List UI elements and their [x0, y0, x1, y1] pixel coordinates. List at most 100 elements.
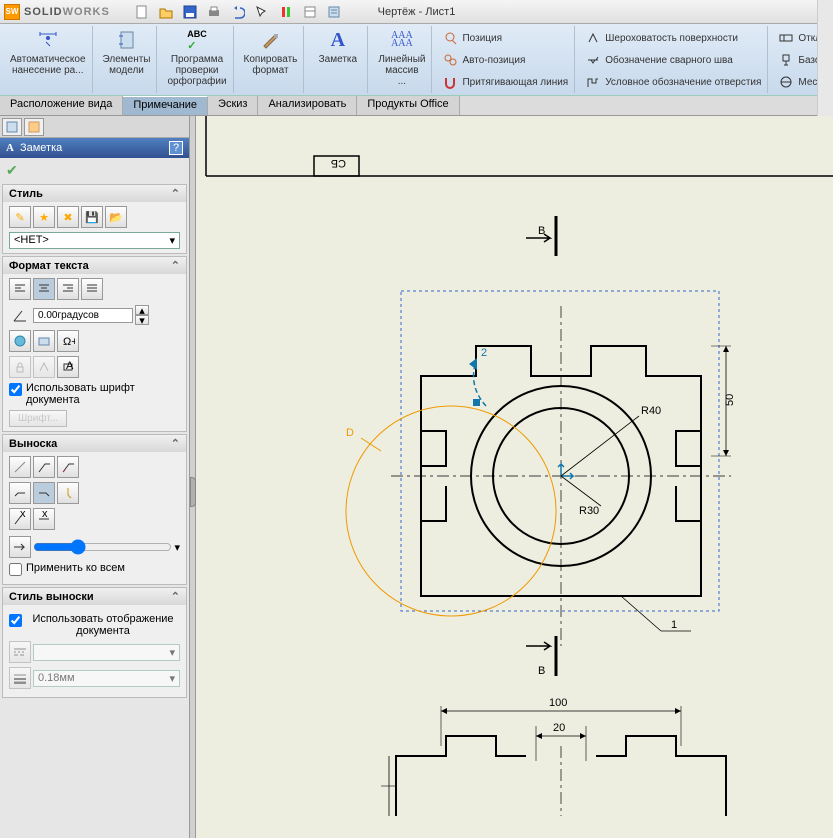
style-save-button[interactable]: 💾 [81, 206, 103, 228]
leader-header[interactable]: Выноска⌃ [3, 435, 186, 452]
leader-no-underline-button[interactable]: x [33, 508, 55, 530]
chevron-down-icon[interactable]: ▾ [174, 541, 180, 554]
smart-dimension-button[interactable]: Автоматическое нанесение ра... [4, 26, 93, 93]
style-select[interactable]: <НЕТ>▾ [9, 232, 180, 249]
style-header[interactable]: Стиль⌃ [3, 185, 186, 202]
hole-icon [585, 74, 601, 90]
svg-text:20: 20 [553, 722, 565, 734]
tab-office[interactable]: Продукты Office [357, 96, 459, 115]
svg-text:2: 2 [481, 347, 487, 359]
property-manager-header: A Заметка ? [0, 138, 189, 158]
feature-tree-tab[interactable] [2, 118, 22, 136]
leader-underline-button[interactable]: x [9, 508, 31, 530]
model-items-icon [115, 28, 139, 52]
use-doc-font-checkbox[interactable] [9, 383, 22, 396]
ok-icon[interactable]: ✔ [6, 162, 18, 179]
link-to-property-button[interactable] [33, 330, 55, 352]
auto-balloon-button[interactable]: Авто-позиция [442, 50, 568, 70]
geometric-tolerance-button[interactable]: Откл [778, 28, 822, 48]
print-icon[interactable] [206, 4, 222, 20]
format-painter-button[interactable]: Копировать формат [238, 26, 305, 93]
app-name: SOLIDWORKS [24, 6, 110, 18]
leader-left-button[interactable] [9, 482, 31, 504]
text-format-section: Формат текста⌃ ▴▾ [2, 256, 187, 432]
leader-right-button[interactable] [33, 482, 55, 504]
align-left-button[interactable] [9, 278, 31, 300]
note-button[interactable]: A Заметка [308, 26, 368, 93]
spin-down-button[interactable]: ▾ [135, 315, 149, 325]
lock-button[interactable] [9, 356, 31, 378]
tab-evaluate[interactable]: Анализировать [258, 96, 357, 115]
datum-target-button[interactable]: Мест [778, 72, 822, 92]
use-doc-display-checkbox[interactable] [9, 614, 22, 627]
app-logo: SW [4, 4, 20, 20]
symbol-group: Шероховатость поверхности Обозначение св… [579, 26, 768, 93]
save-icon[interactable] [182, 4, 198, 20]
drawing-content: СБ В [196, 116, 833, 836]
insert-gtol-button[interactable] [33, 356, 55, 378]
leader-bent-button[interactable] [57, 456, 79, 478]
weld-symbol-button[interactable]: Обозначение сварного шва [585, 50, 761, 70]
title-bar: SW SOLIDWORKS Чертёж - Лист1 [0, 0, 833, 24]
text-format-header[interactable]: Формат текста⌃ [3, 257, 186, 274]
svg-text:x: x [42, 511, 48, 520]
tab-sketch[interactable]: Эскиз [208, 96, 258, 115]
leader-straight-button[interactable] [33, 456, 55, 478]
pattern-icon: AAAAAA [390, 28, 414, 52]
svg-text:В: В [538, 225, 545, 237]
style-load-button[interactable]: 📂 [105, 206, 127, 228]
svg-text:Ω+: Ω+ [63, 336, 75, 348]
leader-section: Выноска⌃ x x [2, 434, 187, 585]
hole-callout-button[interactable]: Условное обозначение отверстия [585, 72, 761, 92]
command-tab-strip: Расположение вида Примечание Эскиз Анали… [0, 96, 833, 116]
help-icon[interactable]: ? [169, 141, 183, 155]
apply-all-label: Применить ко всем [26, 562, 125, 574]
surface-finish-icon [585, 30, 601, 46]
align-justify-button[interactable] [81, 278, 103, 300]
document-title: Чертёж - Лист1 [228, 6, 605, 18]
arrow-style-button[interactable] [9, 536, 31, 558]
leader-slider[interactable] [33, 539, 172, 555]
pm-confirm-bar: ✔ [0, 158, 189, 182]
angle-input[interactable] [33, 308, 133, 323]
svg-text:R30: R30 [579, 505, 599, 517]
font-button[interactable]: Шрифт... [9, 410, 67, 427]
linear-pattern-button[interactable]: AAAAAA Линейный массив ... [372, 26, 432, 93]
style-add-button[interactable]: ★ [33, 206, 55, 228]
style-delete-button[interactable]: ✖ [57, 206, 79, 228]
insert-hyperlink-button[interactable] [9, 330, 31, 352]
svg-text:50: 50 [724, 394, 736, 406]
magnetic-line-button[interactable]: Притягивающая линия [442, 72, 568, 92]
style-section: Стиль⌃ ✎ ★ ✖ 💾 📂 <НЕТ>▾ [2, 184, 187, 254]
note-icon: A [326, 28, 350, 52]
flag-button[interactable]: A [57, 356, 79, 378]
balloon-group: Позиция Авто-позиция Притягивающая линия [436, 26, 575, 93]
style-paint-button[interactable]: ✎ [9, 206, 31, 228]
align-right-button[interactable] [57, 278, 79, 300]
align-center-button[interactable] [33, 278, 55, 300]
open-icon[interactable] [158, 4, 174, 20]
pm-title: Заметка [20, 142, 62, 154]
property-tab[interactable] [24, 118, 44, 136]
tab-view-layout[interactable]: Расположение вида [0, 96, 123, 115]
panel-tab-bar [0, 116, 189, 138]
datum-button[interactable]: Базо [778, 50, 822, 70]
new-icon[interactable] [134, 4, 150, 20]
apply-all-checkbox[interactable] [9, 563, 22, 576]
leader-style-header[interactable]: Стиль выноски⌃ [3, 588, 186, 605]
leader-nearest-button[interactable] [57, 482, 79, 504]
dimension-icon [36, 28, 60, 52]
target-icon [778, 74, 794, 90]
use-doc-display-label: Использовать отображение документа [26, 613, 180, 637]
line-style-select: ▾ [33, 644, 180, 661]
add-symbol-button[interactable]: Ω+ [57, 330, 79, 352]
spell-check-button[interactable]: ABC✓ Программа проверки орфографии [161, 26, 233, 93]
leader-none-button[interactable] [9, 456, 31, 478]
weld-icon [585, 52, 601, 68]
balloon-button[interactable]: Позиция [442, 28, 568, 48]
model-items-button[interactable]: Элементы модели [97, 26, 158, 93]
collapse-icon: ⌃ [171, 259, 180, 272]
drawing-canvas[interactable]: СБ В [196, 116, 833, 838]
surface-finish-button[interactable]: Шероховатость поверхности [585, 28, 761, 48]
tab-annotation[interactable]: Примечание [123, 96, 208, 115]
